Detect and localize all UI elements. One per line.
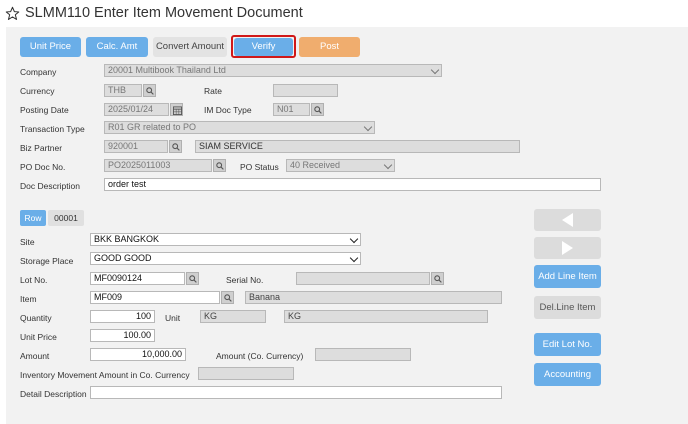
next-row-button[interactable] (534, 237, 601, 259)
transaction-type-select[interactable]: R01 GR related to PO (104, 121, 375, 134)
chevron-down-icon (430, 65, 440, 75)
del-line-item-button[interactable]: Del.Line Item (534, 296, 601, 319)
po-status-value: 40 Received (290, 160, 341, 170)
calendar-button[interactable] (170, 103, 183, 116)
calc-amt-button[interactable]: Calc. Amt (86, 37, 148, 57)
accounting-button[interactable]: Accounting (534, 363, 601, 386)
currency-label: Currency (20, 86, 55, 96)
im-doc-type-lookup[interactable] (311, 103, 324, 116)
site-select[interactable]: BKK BANGKOK (90, 233, 361, 246)
im-doc-type-field[interactable]: N01 (273, 103, 310, 116)
transaction-type-value: R01 GR related to PO (108, 122, 197, 132)
amount-co-currency-label: Amount (Co. Currency) (216, 351, 304, 361)
lot-no-input[interactable]: MF0090124 (90, 272, 185, 285)
amount-co-currency-field (315, 348, 411, 361)
chevron-down-icon (349, 253, 359, 263)
unit-price-button[interactable]: Unit Price (20, 37, 81, 57)
chevron-down-icon (349, 234, 359, 244)
add-line-item-button[interactable]: Add Line Item (534, 265, 601, 288)
page-title: SLMM110 Enter Item Movement Document (25, 5, 303, 21)
storage-place-value: GOOD GOOD (94, 253, 152, 263)
item-lookup[interactable] (221, 291, 234, 304)
rate-field[interactable] (273, 84, 338, 97)
serial-no-label: Serial No. (226, 275, 264, 285)
post-button[interactable]: Post (299, 37, 360, 57)
search-icon (172, 143, 180, 151)
item-code-input[interactable]: MF009 (90, 291, 220, 304)
storage-place-label: Storage Place (20, 256, 74, 266)
biz-partner-label: Biz Partner (20, 143, 63, 153)
quantity-label: Quantity (20, 313, 52, 323)
prev-row-button[interactable] (534, 209, 601, 231)
company-value: 20001 Multibook Thailand Ltd (108, 65, 226, 75)
po-doc-no-label: PO Doc No. (20, 162, 66, 172)
search-icon (314, 106, 322, 114)
doc-description-input[interactable]: order test (104, 178, 601, 191)
rate-label: Rate (204, 86, 222, 96)
biz-partner-name-field: SIAM SERVICE (195, 140, 520, 153)
lot-no-lookup[interactable] (186, 272, 199, 285)
posting-date-label: Posting Date (20, 105, 69, 115)
storage-place-select[interactable]: GOOD GOOD (90, 252, 361, 265)
biz-partner-lookup[interactable] (169, 140, 182, 153)
unit-name-field: KG (284, 310, 488, 323)
search-icon (189, 275, 197, 283)
search-icon (434, 275, 442, 283)
detail-description-label: Detail Description (20, 389, 87, 399)
arrow-right-icon (562, 241, 573, 255)
item-name-field: Banana (245, 291, 502, 304)
po-doc-no-lookup[interactable] (213, 159, 226, 172)
chevron-down-icon (383, 160, 393, 170)
lot-no-label: Lot No. (20, 275, 48, 285)
site-label: Site (20, 237, 35, 247)
po-status-select[interactable]: 40 Received (286, 159, 395, 172)
unit-label: Unit (165, 313, 181, 323)
serial-no-field[interactable] (296, 272, 430, 285)
verify-highlight (231, 35, 296, 58)
biz-partner-code-field[interactable]: 920001 (104, 140, 168, 153)
po-doc-no-field[interactable]: PO2025011003 (104, 159, 212, 172)
chevron-down-icon (363, 122, 373, 132)
amount-label: Amount (20, 351, 50, 361)
tab-row[interactable]: Row (20, 210, 46, 226)
po-status-label: PO Status (240, 162, 279, 172)
search-icon (224, 294, 232, 302)
unit-code-field: KG (200, 310, 266, 323)
title-bar: SLMM110 Enter Item Movement Document (0, 0, 688, 27)
search-icon (216, 162, 224, 170)
unit-price-label: Unit Price (20, 332, 57, 342)
currency-field[interactable]: THB (104, 84, 142, 97)
search-icon (146, 87, 154, 95)
company-select[interactable]: 20001 Multibook Thailand Ltd (104, 64, 442, 77)
item-label: Item (20, 294, 37, 304)
detail-description-input[interactable] (90, 386, 502, 399)
im-doc-type-label: IM Doc Type (204, 105, 252, 115)
inv-movement-amount-label: Inventory Movement Amount in Co. Currenc… (20, 370, 190, 380)
posting-date-field[interactable]: 2025/01/24 (104, 103, 169, 116)
currency-lookup[interactable] (143, 84, 156, 97)
calendar-icon (173, 106, 182, 115)
edit-lot-no-button[interactable]: Edit Lot No. (534, 333, 601, 356)
serial-no-lookup[interactable] (431, 272, 444, 285)
tab-row-number[interactable]: 00001 (48, 210, 84, 226)
unit-price-input[interactable]: 100.00 (90, 329, 155, 342)
company-label: Company (20, 67, 57, 77)
amount-input[interactable]: 10,000.00 (90, 348, 186, 361)
transaction-type-label: Transaction Type (20, 124, 85, 134)
doc-description-label: Doc Description (20, 181, 80, 191)
convert-amount-button[interactable]: Convert Amount (153, 37, 227, 57)
inv-movement-amount-field (198, 367, 294, 380)
star-icon[interactable] (5, 6, 20, 21)
site-value: BKK BANGKOK (94, 234, 160, 244)
quantity-input[interactable]: 100 (90, 310, 155, 323)
arrow-left-icon (562, 213, 573, 227)
